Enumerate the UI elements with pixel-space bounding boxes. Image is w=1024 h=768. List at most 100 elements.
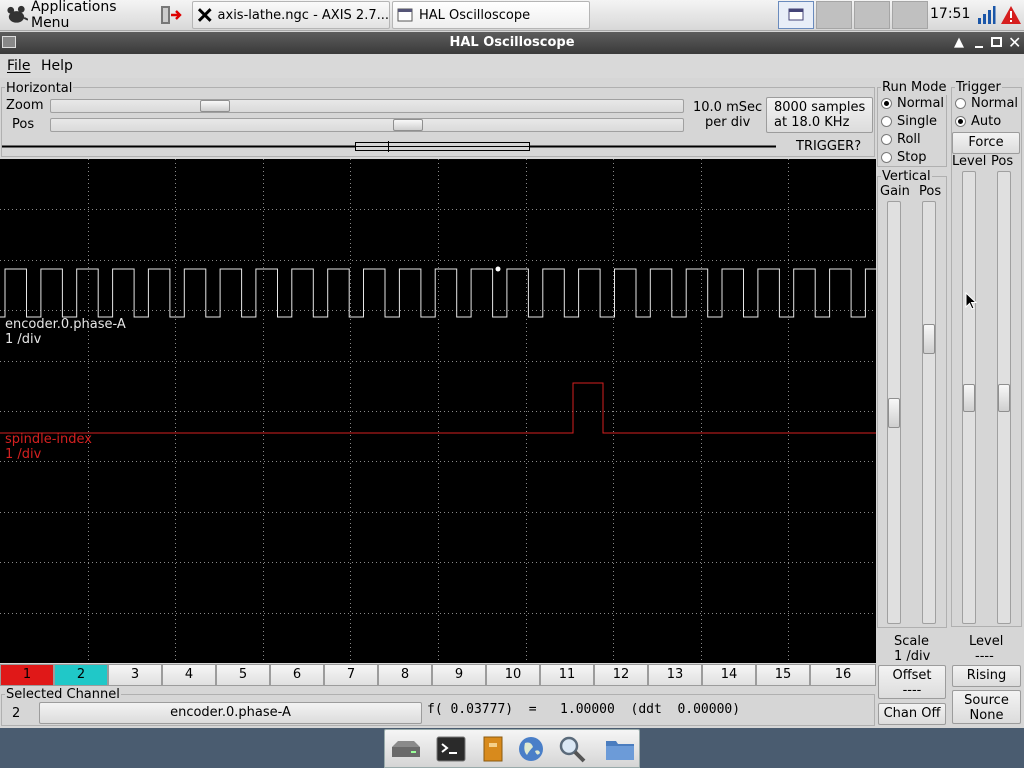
vertical-pos-slider[interactable] — [922, 201, 936, 624]
trigger-level-slider-handle[interactable] — [963, 384, 975, 412]
workspace-switcher[interactable] — [776, 0, 930, 31]
chan-off-button[interactable]: Chan Off — [878, 703, 946, 725]
offset-label: Offset — [892, 668, 932, 683]
task-axis-lathe[interactable]: axis-lathe.ngc - AXIS 2.7... — [192, 1, 390, 29]
offset-button[interactable]: Offset ---- — [878, 665, 946, 699]
channel-button-12[interactable]: 12 — [594, 664, 648, 686]
mouse-logo-icon — [7, 5, 28, 23]
channel-button-6[interactable]: 6 — [270, 664, 324, 686]
trace-1-name: encoder.0.phase-A — [5, 317, 126, 332]
trigger-level-title: Level — [969, 634, 1004, 649]
timebase-line1: 10.0 mSec — [693, 100, 763, 115]
scale-label: Scale — [894, 634, 929, 649]
zoom-slider-handle[interactable] — [200, 100, 230, 112]
applications-menu-label: Applications Menu — [30, 0, 117, 31]
file-manager-icon[interactable] — [481, 735, 505, 767]
run-mode-single[interactable]: Single — [881, 114, 937, 129]
channel-button-16[interactable]: 16 — [810, 664, 876, 686]
taskbar: Applications Menu axis-lathe.ngc - AXIS … — [0, 0, 1024, 31]
gain-slider[interactable] — [887, 201, 901, 624]
run-mode-stop[interactable]: Stop — [881, 150, 927, 165]
trigger-pos-label: Pos — [991, 154, 1014, 169]
zoom-slider[interactable] — [50, 99, 684, 113]
trigger-pos-slider[interactable] — [997, 171, 1011, 624]
samples-button[interactable]: 8000 samples at 18.0 KHz — [766, 97, 873, 133]
source-button[interactable]: Source None — [952, 690, 1021, 724]
channel-button-10[interactable]: 10 — [486, 664, 540, 686]
trigger-level-label: Level — [952, 154, 987, 169]
trace-2-scale: 1 /div — [5, 447, 42, 462]
search-icon[interactable] — [557, 735, 587, 767]
trigger-mode-auto[interactable]: Auto — [955, 114, 1001, 129]
radio-selected-icon — [881, 98, 892, 109]
horizontal-title: Horizontal — [5, 81, 74, 96]
channel-button-15[interactable]: 15 — [756, 664, 810, 686]
scale-value: 1 /div — [894, 649, 931, 664]
trace-1-scale: 1 /div — [5, 332, 42, 347]
channel-button-13[interactable]: 13 — [648, 664, 702, 686]
network-icon[interactable] — [976, 5, 996, 25]
run-mode-normal[interactable]: Normal — [881, 96, 944, 111]
close-icon[interactable]: ✕ — [1008, 33, 1021, 52]
run-mode-title: Run Mode — [881, 80, 948, 95]
scope-canvas[interactable] — [0, 159, 876, 663]
terminal-icon[interactable] — [436, 736, 466, 766]
trigger-level-value: ---- — [975, 649, 994, 664]
channel-button-4[interactable]: 4 — [162, 664, 216, 686]
browser-icon[interactable] — [517, 735, 545, 767]
trigger-level-slider[interactable] — [962, 171, 976, 624]
menu-help[interactable]: Help — [41, 58, 73, 74]
workspace-1[interactable] — [778, 1, 814, 29]
task-hal-oscilloscope[interactable]: HAL Oscilloscope — [392, 1, 590, 29]
scope-display[interactable]: encoder.0.phase-A 1 /div spindle-index 1… — [0, 159, 876, 663]
minimize-icon[interactable] — [975, 46, 983, 48]
maximize-icon[interactable] — [991, 37, 1002, 47]
channel-button-11[interactable]: 11 — [540, 664, 594, 686]
workspace-3[interactable] — [854, 1, 890, 29]
warning-icon[interactable] — [1000, 5, 1022, 25]
vertical-pos-slider-handle[interactable] — [923, 324, 935, 354]
run-mode-roll[interactable]: Roll — [881, 132, 921, 147]
clock[interactable]: 17:51 — [930, 6, 970, 22]
channel-button-9[interactable]: 9 — [432, 664, 486, 686]
channel-button-5[interactable]: 5 — [216, 664, 270, 686]
channel-button-3[interactable]: 3 — [108, 664, 162, 686]
window-title: HAL Oscilloscope — [449, 35, 575, 50]
zoom-label: Zoom — [6, 98, 44, 113]
trigger-mode-normal[interactable]: Normal — [955, 96, 1018, 111]
radio-icon — [881, 152, 892, 163]
selected-channel-name-button[interactable]: encoder.0.phase-A — [39, 702, 422, 724]
menubar: File Help — [0, 54, 1024, 78]
applications-menu-button[interactable]: Applications Menu — [2, 0, 154, 31]
pos-slider[interactable] — [50, 118, 684, 132]
force-button[interactable]: Force — [952, 132, 1020, 154]
radio-icon — [881, 134, 892, 145]
mouse-cursor-icon — [965, 291, 978, 314]
channel-button-14[interactable]: 14 — [702, 664, 756, 686]
folder-icon[interactable] — [604, 736, 636, 766]
trigger-point-marker — [495, 266, 501, 272]
source-label: Source — [964, 693, 1009, 708]
gain-slider-handle[interactable] — [888, 398, 900, 428]
trigger-pos-slider-handle[interactable] — [998, 384, 1010, 412]
pos-slider-handle[interactable] — [393, 119, 423, 131]
drive-icon[interactable] — [389, 738, 423, 766]
channel-button-2[interactable]: 2 — [54, 664, 108, 686]
rising-button[interactable]: Rising — [952, 665, 1021, 687]
task-label: axis-lathe.ngc - AXIS 2.7... — [217, 7, 389, 23]
trace-2-name: spindle-index — [5, 432, 92, 447]
workspace-2[interactable] — [816, 1, 852, 29]
trace-encoder-phase-a — [0, 268, 876, 318]
menu-file[interactable]: File — [7, 58, 30, 74]
record-position-bar[interactable] — [2, 141, 776, 152]
workspace-4[interactable] — [892, 1, 928, 29]
vertical-pos-label: Pos — [919, 184, 942, 199]
keep-above-icon[interactable]: ▲ — [954, 35, 964, 50]
scope-grid — [0, 159, 876, 663]
radio-icon — [881, 116, 892, 127]
logout-icon[interactable] — [158, 4, 182, 26]
channel-button-7[interactable]: 7 — [324, 664, 378, 686]
channel-button-1[interactable]: 1 — [0, 664, 54, 686]
channel-button-8[interactable]: 8 — [378, 664, 432, 686]
window-titlebar[interactable]: HAL Oscilloscope ▲ ✕ — [0, 32, 1024, 54]
